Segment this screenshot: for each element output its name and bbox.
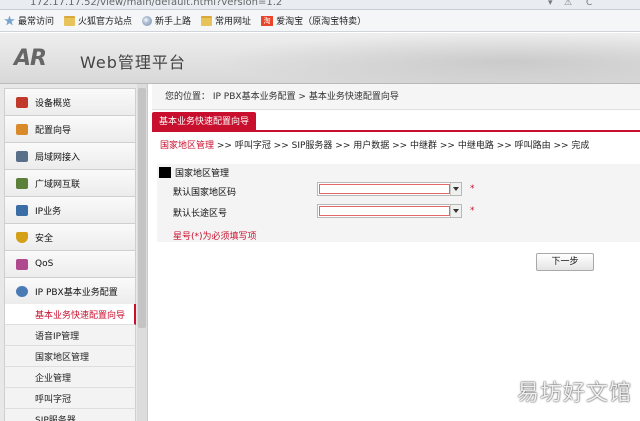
app-header: AR Web管理平台 (0, 33, 640, 84)
sidebar-item-label: 设备概览 (35, 98, 72, 109)
country-region-panel: 国家地区管理 默认国家地区码 * 默认长途区号 * 星号(*)为必须填写项 (157, 164, 640, 242)
wizard-step-current: 国家地区管理 (160, 141, 215, 151)
reload-icon[interactable]: C (586, 0, 592, 8)
country-code-label: 默认国家地区码 (173, 188, 237, 198)
dropdown-icon[interactable]: ▾ (548, 0, 553, 8)
sidebar-item-wizard[interactable]: 配置向导 (4, 115, 136, 142)
area-code-label: 默认长途区号 (173, 209, 228, 219)
bookmark-taobao[interactable]: 淘 爱淘宝（原淘宝特卖） (261, 14, 366, 27)
bookmark-label: 常用网址 (215, 17, 252, 27)
wan-icon (16, 177, 28, 189)
url-text[interactable]: 172.17.17.52/view/main/default.html?vers… (30, 0, 282, 8)
sidebar-subitem-call-prefix[interactable]: 呼叫字冠 (4, 388, 136, 409)
bookmarks-bar: 最常访问 火狐官方站点 新手上路 常用网址 淘 爱淘宝（原淘宝特卖） (0, 10, 640, 32)
sidebar-item-lan[interactable]: 局域网接入 (4, 142, 136, 169)
country-code-value[interactable] (319, 184, 450, 194)
panel-title-text: 国家地区管理 (175, 169, 230, 179)
sidebar-item-label: QoS (35, 259, 54, 269)
taobao-icon: 淘 (261, 15, 274, 26)
bookmark-most-visited[interactable]: 最常访问 (4, 14, 54, 27)
browser-url-bar[interactable]: 172.17.17.52/view/main/default.html?vers… (0, 0, 640, 10)
app-title: Web管理平台 (80, 53, 186, 72)
area-code-value[interactable] (319, 206, 450, 216)
bookmark-label: 最常访问 (18, 17, 55, 27)
sidebar-subitem-enterprise[interactable]: 企业管理 (4, 367, 136, 388)
required-mark: * (470, 206, 475, 216)
sidebar-menu: 设备概览 配置向导 局域网接入 广域网互联 IP业务 安全 QoS IP PBX… (4, 88, 136, 421)
sidebar: 设备概览 配置向导 局域网接入 广域网互联 IP业务 安全 QoS IP PBX… (0, 84, 148, 421)
sidebar-item-label: 局域网接入 (35, 152, 81, 163)
sidebar-item-wan[interactable]: 广域网互联 (4, 169, 136, 196)
chevron-down-icon[interactable] (450, 205, 461, 217)
sidebar-item-ip-pbx[interactable]: IP PBX基本业务配置 (4, 277, 136, 304)
sidebar-collapse-handle[interactable] (147, 352, 148, 376)
sidebar-item-qos[interactable]: QoS (4, 250, 136, 277)
panel-title: 国家地区管理 (159, 166, 229, 179)
breadcrumb: 您的位置： IP PBX基本业务配置 > 基本业务快速配置向导 (152, 84, 640, 110)
tab-quick-wizard[interactable]: 基本业务快速配置向导 (152, 112, 257, 132)
sidebar-item-ip-service[interactable]: IP业务 (4, 196, 136, 223)
main-content: 您的位置： IP PBX基本业务配置 > 基本业务快速配置向导 基本业务快速配置… (152, 84, 640, 421)
bookmark-getting-started[interactable]: 新手上路 (142, 14, 191, 27)
shield-icon (16, 231, 28, 243)
sidebar-item-security[interactable]: 安全 (4, 223, 136, 250)
overview-icon (16, 96, 28, 108)
sidebar-item-label: 广域网互联 (35, 179, 81, 190)
wizard-steps-rest: >> 呼叫字冠 >> SIP服务器 >> 用户数据 >> 中继群 >> 中继电路… (214, 141, 590, 151)
sidebar-subitem-quick-wizard[interactable]: 基本业务快速配置向导 (4, 304, 136, 325)
lan-icon (16, 150, 28, 162)
ar-logo: AR (14, 46, 47, 71)
required-note: 星号(*)为必须填写项 (173, 232, 257, 242)
area-code-select[interactable] (317, 204, 462, 218)
pbx-icon (16, 285, 28, 297)
sidebar-subitem-sip-server[interactable]: SIP服务器 (4, 409, 136, 421)
sidebar-item-label: IP业务 (35, 206, 62, 217)
tab-bar: 基本业务快速配置向导 (152, 112, 640, 132)
chevron-down-icon[interactable] (450, 183, 461, 195)
sidebar-item-label: IP PBX基本业务配置 (35, 287, 118, 298)
next-button[interactable]: 下一步 (536, 253, 594, 271)
watermark: 易坊好文馆 (516, 381, 632, 406)
folder-icon (64, 15, 76, 26)
bookmark-star-icon (4, 15, 15, 26)
sidebar-scrollbar-thumb[interactable] (138, 88, 146, 328)
bookmark-firefox-site[interactable]: 火狐官方站点 (64, 14, 132, 27)
sidebar-subitem-country-region[interactable]: 国家地区管理 (4, 346, 136, 367)
security-icon[interactable]: ⚠ (564, 0, 572, 8)
sidebar-item-label: 安全 (35, 233, 54, 244)
wizard-icon (16, 123, 28, 135)
bookmark-common-sites[interactable]: 常用网址 (201, 14, 251, 27)
folder-icon (201, 15, 213, 26)
section-marker-icon (159, 167, 171, 178)
country-code-select[interactable] (317, 182, 462, 196)
ip-service-icon (16, 204, 28, 216)
globe-icon (142, 15, 153, 26)
sidebar-subitem-voice-ip[interactable]: 语音IP管理 (4, 325, 136, 346)
wizard-steps: 国家地区管理 >> 呼叫字冠 >> SIP服务器 >> 用户数据 >> 中继群 … (160, 138, 589, 151)
qos-icon (16, 258, 28, 270)
sidebar-item-label: 配置向导 (35, 125, 72, 136)
world-map-background (210, 33, 640, 83)
sidebar-item-overview[interactable]: 设备概览 (4, 88, 136, 115)
bookmark-label: 火狐官方站点 (78, 17, 133, 27)
bookmark-label: 爱淘宝（原淘宝特卖） (276, 17, 367, 27)
bookmark-label: 新手上路 (155, 17, 192, 27)
required-mark: * (470, 184, 475, 194)
sidebar-scrollbar[interactable] (137, 84, 147, 421)
